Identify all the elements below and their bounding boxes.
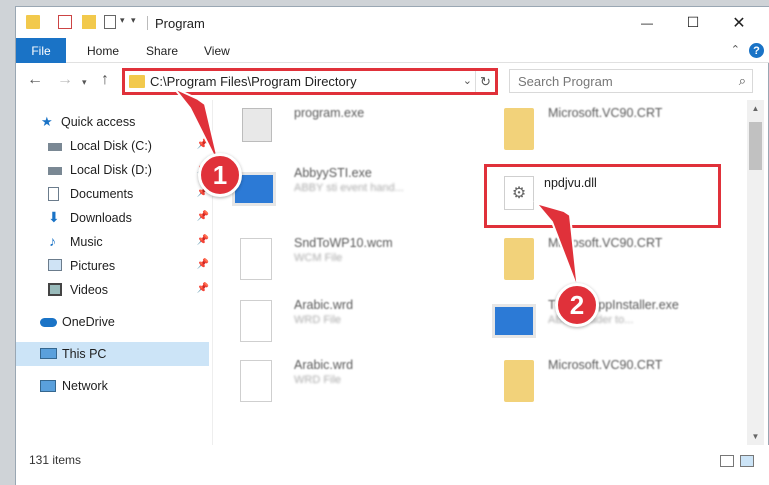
annotation-arrow-2 (533, 201, 579, 291)
annotation-arrows (173, 87, 579, 291)
step-badge-2: 2 (555, 283, 599, 327)
step-badge-1: 1 (198, 153, 242, 197)
